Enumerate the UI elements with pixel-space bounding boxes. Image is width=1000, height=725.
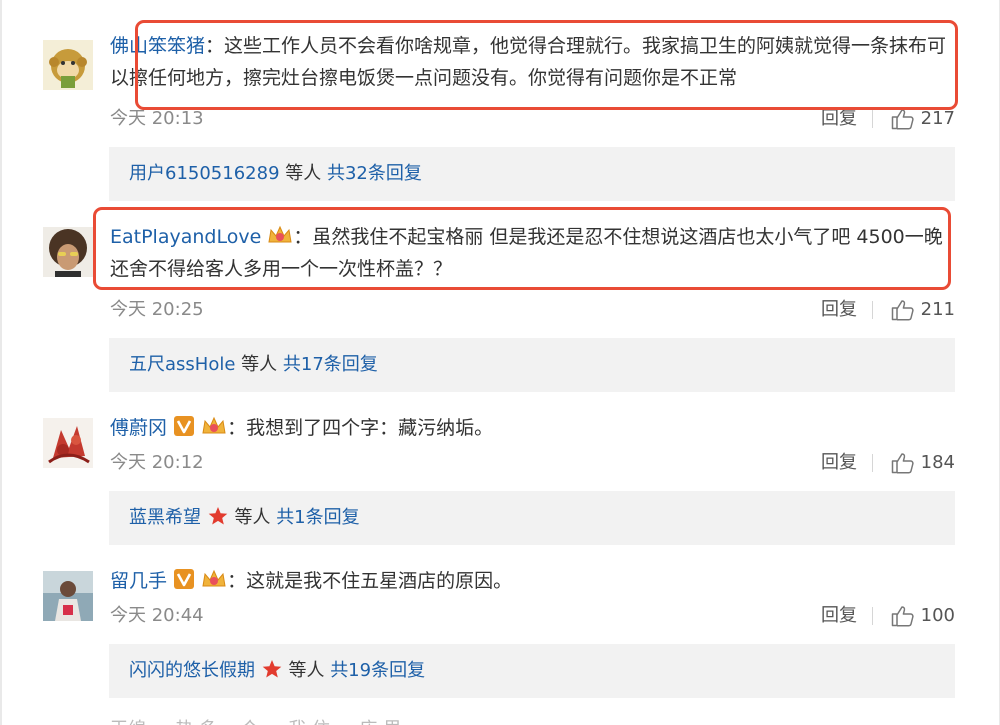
user-avatar[interactable]	[43, 571, 93, 621]
reply-summary[interactable]: 闪闪的悠长假期 等人 共19条回复	[109, 644, 955, 698]
reply-summary-text: 等人	[235, 354, 283, 375]
comment-meta: 今天 20:25 回复 211	[110, 297, 955, 323]
red-pattern-avatar-icon	[43, 418, 93, 468]
comment-body: 留几手 ：这就是我不住五星酒店的原因。	[110, 565, 960, 597]
comment-time: 今天 20:25	[110, 299, 204, 320]
reply-summary-total[interactable]: 共17条回复	[283, 354, 378, 375]
crown-icon	[202, 416, 226, 434]
like-button[interactable]: 211	[891, 297, 955, 323]
user-avatar[interactable]	[43, 227, 93, 277]
like-count: 184	[920, 452, 955, 473]
reply-summary[interactable]: 五尺assHole 等人 共17条回复	[109, 338, 955, 392]
meta-divider	[872, 607, 873, 625]
reply-button[interactable]: 回复	[821, 106, 857, 132]
crown-icon	[268, 225, 292, 243]
next-comment-partial: 王绵 … 热 多 一个 … 我 住 … 店 里	[110, 715, 401, 725]
reply-summary[interactable]: 用户6150516289 等人 共32条回复	[109, 147, 955, 201]
reply-button[interactable]: 回复	[821, 297, 857, 323]
comment-username[interactable]: 傅蔚冈	[110, 417, 167, 439]
comment-username[interactable]: EatPlayandLove	[110, 226, 261, 248]
comment-meta: 今天 20:44 回复 100	[110, 603, 955, 629]
comment-body: 傅蔚冈 ：我想到了四个字：藏污纳垢。	[110, 412, 960, 444]
comment-text: ：这就是我不住五星酒店的原因。	[227, 570, 513, 592]
meta-divider	[872, 110, 873, 128]
user-avatar[interactable]	[43, 40, 93, 90]
thumbs-up-icon	[891, 300, 914, 321]
like-count: 100	[920, 605, 955, 626]
comment-time: 今天 20:44	[110, 605, 204, 626]
verified-v-icon	[174, 416, 195, 436]
reply-summary-user[interactable]: 用户6150516289	[129, 163, 280, 184]
curly-hair-avatar-icon	[43, 227, 93, 277]
comment-meta: 今天 20:12 回复 184	[110, 450, 955, 476]
comment-meta: 今天 20:13 回复 217	[110, 106, 955, 132]
meta-divider	[872, 454, 873, 472]
reply-button[interactable]: 回复	[821, 603, 857, 629]
monkey-avatar-icon	[43, 40, 93, 90]
crown-icon	[202, 569, 226, 587]
reply-summary-user[interactable]: 蓝黑希望	[129, 507, 201, 528]
comment-time: 今天 20:12	[110, 452, 204, 473]
reply-summary-total[interactable]: 共19条回复	[330, 660, 425, 681]
comment-username[interactable]: 留几手	[110, 570, 167, 592]
red-star-icon	[208, 507, 228, 525]
user-avatar[interactable]	[43, 418, 93, 468]
comment-text: ：这些工作人员不会看你啥规章，他觉得合理就行。我家搞卫生的阿姨就觉得一条抹布可以…	[110, 35, 947, 89]
verified-v-icon	[174, 569, 195, 589]
thumbs-up-icon	[891, 606, 914, 627]
meta-divider	[872, 301, 873, 319]
thumbs-up-icon	[891, 109, 914, 130]
comment-text: ：我想到了四个字：藏污纳垢。	[227, 417, 494, 439]
comment-body: EatPlayandLove ：虽然我住不起宝格丽 但是我还是忍不住想说这酒店也…	[110, 221, 960, 285]
person-photo-avatar-icon	[43, 571, 93, 621]
reply-summary-user[interactable]: 五尺assHole	[129, 354, 235, 375]
comment-body: 佛山笨笨猪：这些工作人员不会看你啥规章，他觉得合理就行。我家搞卫生的阿姨就觉得一…	[110, 30, 960, 94]
like-button[interactable]: 100	[891, 603, 955, 629]
reply-summary-text: 等人	[228, 507, 277, 528]
comment-time: 今天 20:13	[110, 108, 204, 129]
page-left-border	[0, 0, 2, 725]
like-count: 217	[920, 108, 955, 129]
reply-summary-text: 等人	[282, 660, 331, 681]
red-star-icon	[262, 660, 282, 678]
reply-summary[interactable]: 蓝黑希望 等人 共1条回复	[109, 491, 955, 545]
thumbs-up-icon	[891, 453, 914, 474]
like-button[interactable]: 184	[891, 450, 955, 476]
reply-summary-text: 等人	[279, 163, 327, 184]
reply-button[interactable]: 回复	[821, 450, 857, 476]
like-count: 211	[920, 299, 955, 320]
like-button[interactable]: 217	[891, 106, 955, 132]
reply-summary-total[interactable]: 共1条回复	[276, 507, 359, 528]
reply-summary-total[interactable]: 共32条回复	[327, 163, 422, 184]
reply-summary-user[interactable]: 闪闪的悠长假期	[129, 660, 255, 681]
comment-username[interactable]: 佛山笨笨猪	[110, 35, 205, 57]
